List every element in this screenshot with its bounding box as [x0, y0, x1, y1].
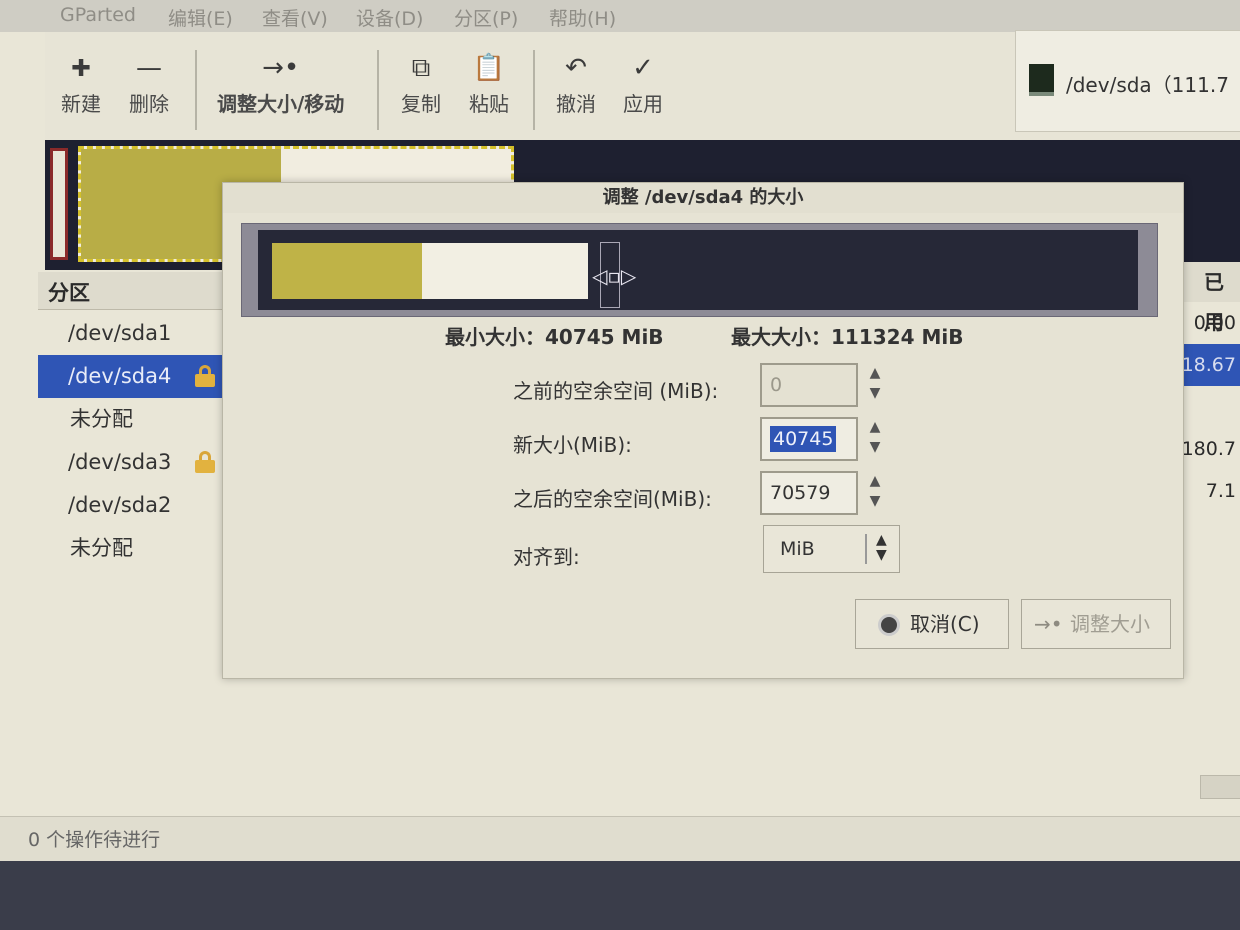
spin-arrows-icon[interactable]: ▲ ▼ — [860, 417, 890, 461]
delete-icon: — — [136, 53, 162, 83]
resize-partition-block[interactable] — [272, 243, 588, 299]
toolbar-separator — [533, 50, 535, 130]
delete-button[interactable]: — 删除 — [129, 50, 169, 117]
partition-row[interactable]: 未分配 — [38, 398, 223, 441]
new-size-label: 新大小(MiB): — [513, 433, 632, 457]
resize-graph[interactable]: ◁▫▷ — [241, 223, 1158, 317]
menu-view[interactable]: 查看(V) — [262, 4, 328, 31]
toolbar-separator — [377, 50, 379, 130]
partition-name: /dev/sda1 — [68, 321, 172, 345]
partition-column-header[interactable]: 分区 — [38, 272, 223, 310]
statusbar: 0 个操作待进行 — [0, 816, 1240, 861]
resize-arrows-icon: ◁▫▷ — [592, 264, 637, 288]
cancel-icon — [878, 614, 900, 636]
spin-arrows-icon[interactable]: ▲ ▼ — [860, 471, 890, 515]
delete-label: 删除 — [129, 92, 169, 116]
paste-icon: 📋 — [472, 53, 506, 83]
graph-partition-sda1[interactable] — [50, 148, 68, 260]
new-size-input[interactable]: 40745 — [760, 417, 858, 461]
dialog-title: 调整 /dev/sda4 的大小 — [223, 183, 1183, 213]
partition-row[interactable]: /dev/sda3 — [38, 441, 223, 484]
partition-row-selected[interactable]: /dev/sda4 — [38, 355, 223, 398]
resize-graph-area: ◁▫▷ — [258, 230, 1138, 310]
partition-row[interactable]: /dev/sda2 — [38, 484, 223, 527]
menubar: GParted 编辑(E) 查看(V) 设备(D) 分区(P) 帮助(H) — [0, 0, 1240, 32]
apply-label: 应用 — [623, 92, 663, 116]
copy-button[interactable]: ⧉ 复制 — [401, 50, 441, 117]
paste-label: 粘贴 — [469, 92, 509, 116]
pending-operations-text: 0 个操作待进行 — [28, 829, 161, 851]
free-after-input[interactable]: 70579 — [760, 471, 858, 515]
new-size-value: 40745 — [770, 426, 837, 452]
free-before-spin[interactable]: 0 ▲ ▼ — [760, 363, 890, 407]
max-size-text: 最大大小：111324 MiB — [731, 325, 964, 349]
resize-arrow-icon: →• — [1034, 612, 1063, 636]
new-size-spin[interactable]: 40745 ▲ ▼ — [760, 417, 890, 461]
resize-label: 调整大小 — [1070, 612, 1150, 636]
new-icon: 🞦 — [71, 53, 91, 83]
undo-icon: ↶ — [565, 53, 587, 83]
free-before-input[interactable]: 0 — [760, 363, 858, 407]
apply-button[interactable]: ✓ 应用 — [623, 50, 663, 117]
resize-move-icon: →• — [262, 53, 300, 83]
partition-name: /dev/sda2 — [68, 493, 172, 517]
menu-app-name: GParted — [60, 4, 136, 26]
device-selector-label: /dev/sda（111.7 — [1066, 73, 1229, 97]
partition-name: 未分配 — [70, 536, 133, 560]
resize-move-label: 调整大小/移动 — [217, 92, 345, 116]
menu-device[interactable]: 设备(D) — [356, 4, 423, 31]
spin-arrows-icon[interactable]: ▲ ▼ — [860, 363, 890, 407]
undo-label: 撤消 — [556, 92, 596, 116]
cancel-button[interactable]: 取消(C) — [855, 599, 1009, 649]
min-size-text: 最小大小：40745 MiB — [445, 325, 664, 349]
free-after-spin[interactable]: 70579 ▲ ▼ — [760, 471, 890, 515]
new-button[interactable]: 🞦 新建 — [61, 50, 101, 117]
apply-icon: ✓ — [632, 53, 654, 83]
resize-button[interactable]: →• 调整大小 — [1021, 599, 1171, 649]
partition-name: 未分配 — [70, 407, 133, 431]
lock-icon — [195, 451, 215, 473]
paste-button[interactable]: 📋 粘贴 — [469, 50, 509, 117]
disk-icon — [1029, 64, 1054, 96]
device-selector[interactable]: /dev/sda（111.7 — [1015, 30, 1240, 132]
partition-name: /dev/sda4 — [68, 364, 172, 388]
gparted-window: GParted 编辑(E) 查看(V) 设备(D) 分区(P) 帮助(H) 🞦 … — [0, 0, 1240, 861]
resize-dialog: 调整 /dev/sda4 的大小 ◁▫▷ 最小大小：40745 MiB 最大大小… — [222, 182, 1184, 679]
partition-row[interactable]: /dev/sda1 — [38, 312, 223, 355]
combo-separator — [865, 534, 867, 564]
free-after-label: 之后的空余空间(MiB): — [513, 487, 712, 511]
lock-icon — [195, 365, 215, 387]
resize-partition-used — [272, 243, 422, 299]
toolbar-separator — [195, 50, 197, 130]
partition-row[interactable]: 未分配 — [38, 527, 223, 570]
partition-name: /dev/sda3 — [68, 450, 172, 474]
new-label: 新建 — [61, 92, 101, 116]
copy-icon: ⧉ — [411, 53, 431, 83]
menu-edit[interactable]: 编辑(E) — [168, 4, 233, 31]
menu-help[interactable]: 帮助(H) — [549, 4, 616, 31]
copy-label: 复制 — [401, 92, 441, 116]
chevron-updown-icon: ▲ ▼ — [876, 532, 887, 563]
menu-partition[interactable]: 分区(P) — [454, 4, 518, 31]
cancel-label: 取消(C) — [910, 612, 980, 636]
align-select[interactable]: MiB ▲ ▼ — [763, 525, 900, 573]
undo-button[interactable]: ↶ 撤消 — [556, 50, 596, 117]
horizontal-scrollbar[interactable] — [1200, 775, 1240, 799]
free-before-label: 之前的空余空间 (MiB): — [513, 379, 719, 403]
align-label: 对齐到: — [513, 545, 580, 569]
align-value: MiB — [780, 538, 815, 560]
resize-move-button[interactable]: →• 调整大小/移动 — [217, 50, 344, 117]
